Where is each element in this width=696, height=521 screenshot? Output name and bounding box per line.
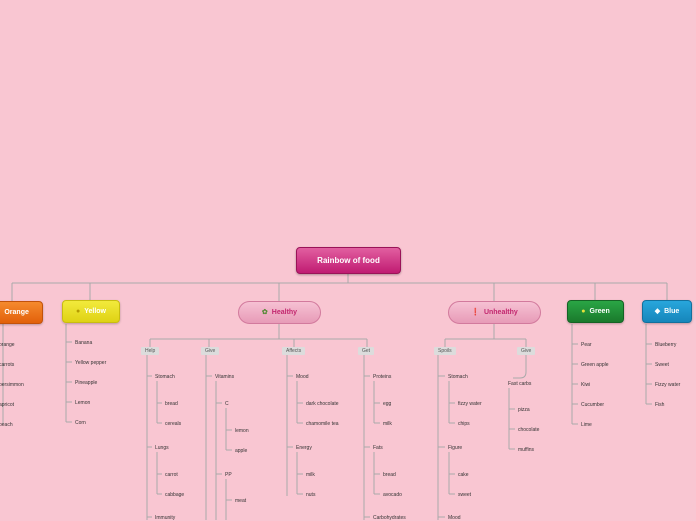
topic-blue[interactable]: ◆ Blue [642, 300, 692, 323]
topic-unhealthy[interactable]: ❗ Unhealthy [448, 301, 541, 324]
topic-energy[interactable]: Energy [296, 445, 312, 451]
topic-fats[interactable]: Fats [373, 445, 383, 451]
lime-icon: ● [581, 308, 585, 315]
list-item[interactable]: lemon [235, 428, 249, 434]
list-item[interactable]: cake [458, 472, 469, 478]
list-item[interactable]: Corn [75, 420, 86, 426]
exclamation-icon: ❗ [471, 309, 480, 316]
list-item[interactable]: pizza [518, 407, 530, 413]
topic-immunity[interactable]: Immunity [155, 515, 175, 521]
list-item[interactable]: Pineapple [75, 380, 97, 386]
topic-vitamin-c[interactable]: C [225, 401, 229, 407]
list-item[interactable]: chocolate [518, 427, 539, 433]
topic-healthy[interactable]: ✿ Healthy [238, 301, 321, 324]
list-item[interactable]: milk [383, 421, 392, 427]
topic-yellow[interactable]: ● Yellow [62, 300, 120, 323]
list-item[interactable]: meat [235, 498, 246, 504]
list-item[interactable]: Fizzy water [655, 382, 680, 388]
list-item[interactable]: bread [383, 472, 396, 478]
list-item[interactable]: sweet [458, 492, 471, 498]
subtopic-give-unhealthy[interactable]: Give [517, 347, 535, 355]
list-item[interactable]: carrot [165, 472, 178, 478]
topic-stomach[interactable]: Stomach [448, 374, 468, 380]
list-item[interactable]: avocado [383, 492, 402, 498]
topic-mood[interactable]: Mood [448, 515, 461, 521]
list-item[interactable]: egg [383, 401, 391, 407]
central-topic-label: Rainbow of food [317, 256, 380, 265]
list-item[interactable]: peach [0, 422, 13, 428]
list-item[interactable]: bread [165, 401, 178, 407]
subtopic-spoils[interactable]: Spoils [434, 347, 456, 355]
topic-green[interactable]: ● Green [567, 300, 624, 323]
leaf-icon: ✿ [262, 309, 268, 316]
topic-stomach[interactable]: Stomach [155, 374, 175, 380]
list-item[interactable]: carrots [0, 362, 14, 368]
list-item[interactable]: Fish [655, 402, 664, 408]
list-item[interactable]: Banana [75, 340, 92, 346]
list-item[interactable]: chamomile tea [306, 421, 339, 427]
list-item[interactable]: Yellow pepper [75, 360, 106, 366]
topic-lungs[interactable]: Lungs [155, 445, 169, 451]
topic-carbohydrates[interactable]: Carbohydrates [373, 515, 406, 521]
list-item[interactable]: Pear [581, 342, 592, 348]
list-item[interactable]: apricot [0, 402, 14, 408]
list-item[interactable]: apple [235, 448, 247, 454]
list-item[interactable]: cereals [165, 421, 181, 427]
list-item[interactable]: orange [0, 342, 15, 348]
topic-proteins[interactable]: Proteins [373, 374, 391, 380]
list-item[interactable]: chips [458, 421, 470, 427]
list-item[interactable]: milk [306, 472, 315, 478]
list-item[interactable]: Lemon [75, 400, 90, 406]
list-item[interactable]: muffins [518, 447, 534, 453]
topic-fast-carbs[interactable]: Fast carbs [508, 381, 531, 387]
list-item[interactable]: Cucumber [581, 402, 604, 408]
list-item[interactable]: nuts [306, 492, 315, 498]
fish-icon: ◆ [655, 308, 660, 315]
topic-vitamin-pp[interactable]: PP [225, 472, 232, 478]
subtopic-get[interactable]: Get [358, 347, 374, 355]
list-item[interactable]: Sweet [655, 362, 669, 368]
list-item[interactable]: persimmon [0, 382, 24, 388]
topic-figure[interactable]: Figure [448, 445, 462, 451]
list-item[interactable]: fizzy water [458, 401, 482, 407]
subtopic-give[interactable]: Give [201, 347, 219, 355]
list-item[interactable]: Kiwi [581, 382, 590, 388]
lemon-icon: ● [76, 308, 80, 315]
topic-orange[interactable]: ● Orange [0, 301, 43, 324]
topic-mood[interactable]: Mood [296, 374, 309, 380]
list-item[interactable]: cabbage [165, 492, 184, 498]
subtopic-affects[interactable]: Affects [282, 347, 305, 355]
list-item[interactable]: Blueberry [655, 342, 676, 348]
list-item[interactable]: Lime [581, 422, 592, 428]
list-item[interactable]: dark chocolate [306, 401, 339, 407]
central-topic[interactable]: Rainbow of food [296, 247, 401, 274]
topic-vitamins[interactable]: Vitamins [215, 374, 234, 380]
subtopic-help[interactable]: Help [141, 347, 159, 355]
list-item[interactable]: Green apple [581, 362, 609, 368]
